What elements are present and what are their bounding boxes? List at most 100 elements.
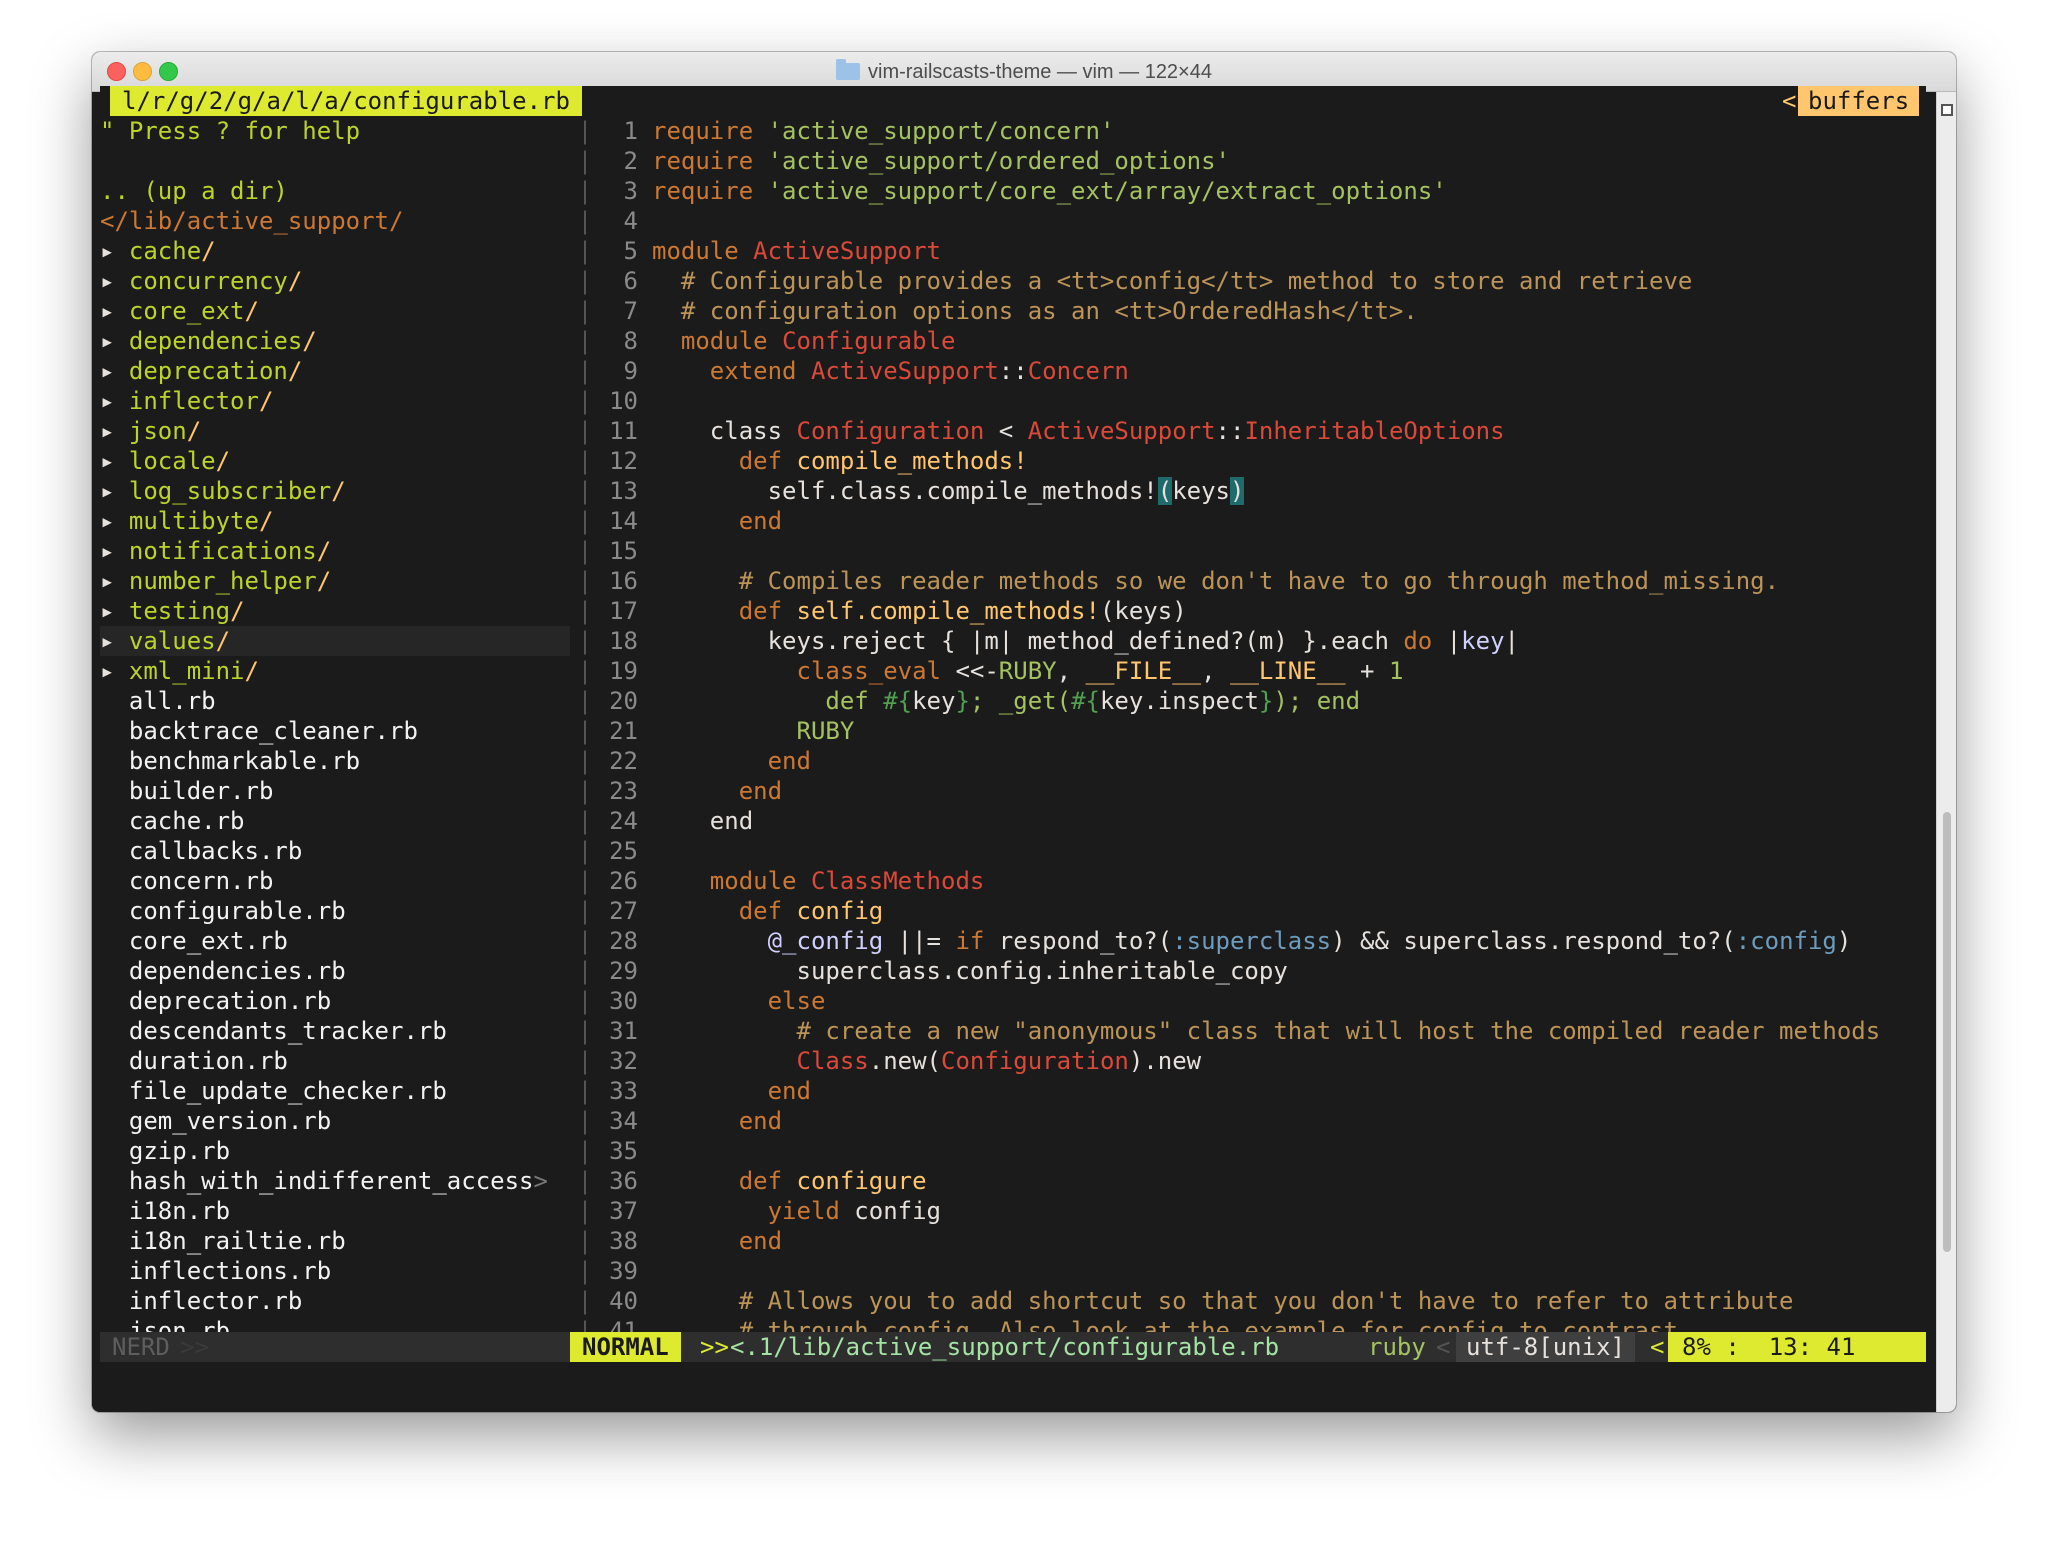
tree-file[interactable]: i18n.rb — [100, 1196, 570, 1226]
line-number: 23 — [609, 777, 638, 805]
tree-file[interactable]: descendants_tracker.rb — [100, 1016, 570, 1046]
code-line[interactable]: 23 end — [600, 776, 1926, 806]
tree-file[interactable]: gzip.rb — [100, 1136, 570, 1166]
code-line[interactable]: 28 @_config ||= if respond_to?(:supercla… — [600, 926, 1926, 956]
tree-file[interactable]: benchmarkable.rb — [100, 746, 570, 776]
tree-file[interactable]: builder.rb — [100, 776, 570, 806]
tree-file[interactable]: dependencies.rb — [100, 956, 570, 986]
code-line[interactable]: 7 # configuration options as an <tt>Orde… — [600, 296, 1926, 326]
code-token: Configuration — [796, 417, 985, 445]
code-line[interactable]: 25 — [600, 836, 1926, 866]
tree-dir-inflector[interactable]: ▸ inflector/ — [100, 386, 570, 416]
code-line[interactable]: 17 def self.compile_methods!(keys) — [600, 596, 1926, 626]
tree-file[interactable]: backtrace_cleaner.rb — [100, 716, 570, 746]
code-line[interactable]: 33 end — [600, 1076, 1926, 1106]
tree-file[interactable]: inflector.rb — [100, 1286, 570, 1316]
tab-active[interactable]: l/r/g/2/g/a/l/a/configurable.rb — [110, 86, 582, 116]
code-line[interactable]: 31 # create a new "anonymous" class that… — [600, 1016, 1926, 1046]
code-line[interactable]: 10 — [600, 386, 1926, 416]
code-line[interactable]: 2 require 'active_support/ordered_options… — [600, 146, 1926, 176]
tree-file[interactable]: duration.rb — [100, 1046, 570, 1076]
tree-file[interactable]: core_ext.rb — [100, 926, 570, 956]
tree-dir-xml_mini[interactable]: ▸ xml_mini/ — [100, 656, 570, 686]
scrollbar-thumb[interactable] — [1943, 812, 1951, 1252]
tree-root[interactable]: </lib/active_support/ — [100, 206, 570, 236]
code-line[interactable]: 37 yield config — [600, 1196, 1926, 1226]
tree-file[interactable]: i18n_railtie.rb — [100, 1226, 570, 1256]
tree-dir-testing[interactable]: ▸ testing/ — [100, 596, 570, 626]
tree-dir-dependencies[interactable]: ▸ dependencies/ — [100, 326, 570, 356]
code-line[interactable]: 32 Class.new(Configuration).new — [600, 1046, 1926, 1076]
code-line[interactable]: 4 — [600, 206, 1926, 236]
code-line[interactable]: 19 class_eval <<-RUBY, __FILE__, __LINE_… — [600, 656, 1926, 686]
tree-file[interactable]: gem_version.rb — [100, 1106, 570, 1136]
tree-dir-values[interactable]: ▸ values/ — [100, 626, 570, 656]
tree-file[interactable]: json.rb — [100, 1316, 570, 1332]
tree-file-indent — [100, 1197, 129, 1225]
line-number: 6 — [623, 267, 638, 295]
tree-file[interactable]: cache.rb — [100, 806, 570, 836]
code-line[interactable]: 30 else — [600, 986, 1926, 1016]
code-line[interactable]: 16 # Compiles reader methods so we don't… — [600, 566, 1926, 596]
scrollbar[interactable] — [1936, 92, 1956, 1412]
code-line[interactable]: 21 RUBY — [600, 716, 1926, 746]
nerdtree-pane[interactable]: " Press ? for help .. (up a dir) </lib/act… — [100, 116, 570, 1332]
tree-dir-core_ext[interactable]: ▸ core_ext/ — [100, 296, 570, 326]
tree-dir-json[interactable]: ▸ json/ — [100, 416, 570, 446]
code-line[interactable]: 35 — [600, 1136, 1926, 1166]
line-number: 31 — [609, 1017, 638, 1045]
tree-file[interactable]: inflections.rb — [100, 1256, 570, 1286]
code-line[interactable]: 9 extend ActiveSupport::Concern — [600, 356, 1926, 386]
tree-file[interactable]: file_update_checker.rb — [100, 1076, 570, 1106]
scrollbar-menu-icon[interactable] — [1941, 104, 1953, 116]
tree-dir-label: locale — [128, 447, 216, 475]
tree-dir-notifications[interactable]: ▸ notifications/ — [100, 536, 570, 566]
tree-file[interactable]: concern.rb — [100, 866, 570, 896]
tree-dir-deprecation[interactable]: ▸ deprecation/ — [100, 356, 570, 386]
buffers-label[interactable]: buffers — [1798, 86, 1920, 116]
line-number: 3 — [623, 177, 638, 205]
code-editor[interactable]: 1 require 'active_support/concern' 2 requir… — [600, 116, 1926, 1332]
code-line[interactable]: 29 superclass.config.inheritable_copy — [600, 956, 1926, 986]
code-line[interactable]: 36 def configure — [600, 1166, 1926, 1196]
code-line[interactable]: 13 self.class.compile_methods!(keys) — [600, 476, 1926, 506]
code-line[interactable]: 11 class Configuration < ActiveSupport::… — [600, 416, 1926, 446]
tree-file[interactable]: configurable.rb — [100, 896, 570, 926]
code-line[interactable]: 41 # through config. Also look at the ex… — [600, 1316, 1926, 1332]
tree-dir-locale[interactable]: ▸ locale/ — [100, 446, 570, 476]
tree-file[interactable]: deprecation.rb — [100, 986, 570, 1016]
tree-up-dir[interactable]: .. (up a dir) — [100, 176, 570, 206]
code-line[interactable]: 34 end — [600, 1106, 1926, 1136]
code-token: , — [1201, 657, 1230, 685]
code-line[interactable]: 39 — [600, 1256, 1926, 1286]
code-line[interactable]: 26 module ClassMethods — [600, 866, 1926, 896]
code-line[interactable]: 27 def config — [600, 896, 1926, 926]
tree-dir-multibyte[interactable]: ▸ multibyte/ — [100, 506, 570, 536]
code-line[interactable]: 5 module ActiveSupport — [600, 236, 1926, 266]
tree-file[interactable]: hash_with_indifferent_access> — [100, 1166, 570, 1196]
code-line[interactable]: 15 — [600, 536, 1926, 566]
tree-dir-number_helper[interactable]: ▸ number_helper/ — [100, 566, 570, 596]
code-line[interactable]: 8 module Configurable — [600, 326, 1926, 356]
code-line[interactable]: 24 end — [600, 806, 1926, 836]
tree-dir-cache[interactable]: ▸ cache/ — [100, 236, 570, 266]
tree-dir-log_subscriber[interactable]: ▸ log_subscriber/ — [100, 476, 570, 506]
code-line[interactable]: 22 end — [600, 746, 1926, 776]
code-token: # create a new "anonymous" class that wi… — [796, 1017, 1881, 1045]
code-line[interactable]: 40 # Allows you to add shortcut so that … — [600, 1286, 1926, 1316]
code-line[interactable]: 6 # Configurable provides a <tt>config</… — [600, 266, 1926, 296]
code-token: self.class.compile_methods! — [767, 477, 1158, 505]
code-line[interactable]: 12 def compile_methods! — [600, 446, 1926, 476]
tree-file[interactable]: all.rb — [100, 686, 570, 716]
tree-dir-concurrency[interactable]: ▸ concurrency/ — [100, 266, 570, 296]
tree-file[interactable]: callbacks.rb — [100, 836, 570, 866]
code-line[interactable]: 38 end — [600, 1226, 1926, 1256]
code-line[interactable]: 18 keys.reject { |m| method_defined?(m) … — [600, 626, 1926, 656]
code-line[interactable]: 3 require 'active_support/core_ext/array/… — [600, 176, 1926, 206]
line-number: 16 — [609, 567, 638, 595]
code-line[interactable]: 20 def #{key}; _get(#{key.inspect}); end — [600, 686, 1926, 716]
code-line[interactable]: 1 require 'active_support/concern' — [600, 116, 1926, 146]
code-line[interactable]: 14 end — [600, 506, 1926, 536]
